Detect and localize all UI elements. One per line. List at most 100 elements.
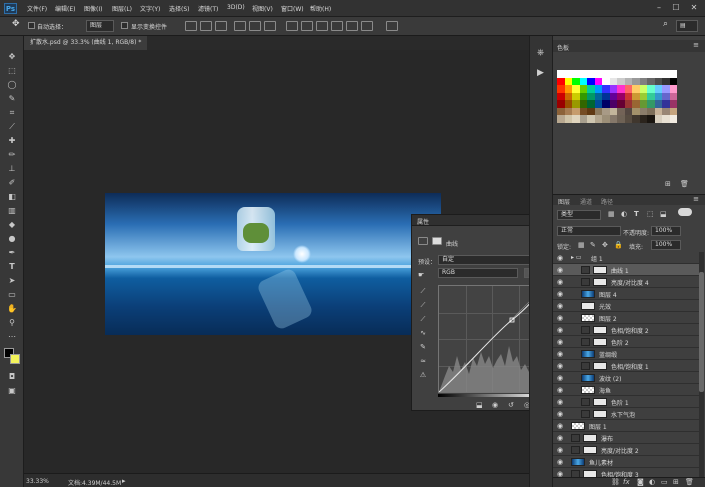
layer-row[interactable]: ◉ 曲线 1 xyxy=(553,264,699,276)
menu-image[interactable]: 图像(I) xyxy=(84,4,102,13)
link-layers-icon[interactable]: ⛓ xyxy=(611,478,620,486)
move-tool-icon[interactable]: ✥ xyxy=(12,19,20,29)
swatch[interactable] xyxy=(669,70,677,78)
lasso-icon[interactable]: ◯ xyxy=(6,80,18,90)
swatch[interactable] xyxy=(602,92,610,100)
layer-mask-thumbnail[interactable] xyxy=(583,470,597,477)
layer-row[interactable]: ◉ 图层 4 xyxy=(553,288,699,300)
filter-type-icon[interactable]: T xyxy=(634,210,639,218)
filter-pixel-icon[interactable]: ▦ xyxy=(608,210,615,218)
new-swatch-icon[interactable]: ⊞ xyxy=(665,180,671,188)
align-bottom-icon[interactable] xyxy=(215,21,227,31)
swatch[interactable] xyxy=(662,107,670,115)
visibility-eye-icon[interactable]: ◉ xyxy=(556,266,564,274)
layer-row[interactable]: ◉ 亮度/对比度 2 xyxy=(553,444,699,456)
layer-name[interactable]: 色阶 2 xyxy=(611,338,629,347)
lock-pixels-icon[interactable]: ✎ xyxy=(590,241,596,249)
swatch[interactable] xyxy=(662,85,670,93)
layer-filter-dropdown[interactable]: 类型 xyxy=(557,210,601,220)
layer-name[interactable]: 曲线 1 xyxy=(611,266,629,275)
mask-icon[interactable] xyxy=(432,237,442,245)
swatch[interactable] xyxy=(624,85,632,93)
menu-window[interactable]: 窗口(W) xyxy=(281,4,304,13)
clip-to-layer-icon[interactable]: ⬓ xyxy=(476,401,483,409)
visibility-eye-icon[interactable]: ◉ xyxy=(556,338,564,346)
shape-icon[interactable]: ▭ xyxy=(6,290,18,300)
swatch[interactable] xyxy=(564,107,572,115)
show-transform-checkbox[interactable] xyxy=(121,22,128,29)
tab-paths[interactable]: 路径 xyxy=(601,197,613,206)
swatch[interactable] xyxy=(564,100,572,108)
swatch[interactable] xyxy=(557,77,565,85)
layer-name[interactable]: 亮度/对比度 4 xyxy=(611,278,649,287)
visibility-eye-icon[interactable]: ◉ xyxy=(556,350,564,358)
swatch[interactable] xyxy=(662,115,670,123)
swatch[interactable] xyxy=(639,115,647,123)
swatch[interactable] xyxy=(594,77,602,85)
layer-row[interactable]: ◉ 色阶 2 xyxy=(553,336,699,348)
swatch[interactable] xyxy=(557,70,565,78)
distribute-icon[interactable] xyxy=(286,21,298,31)
layer-thumbnail[interactable] xyxy=(581,350,595,358)
swatch[interactable] xyxy=(602,70,610,78)
fill-input[interactable]: 100% xyxy=(651,240,681,250)
layer-row[interactable]: ◉ 色阶 1 xyxy=(553,396,699,408)
layer-row[interactable]: ◉ 海鱼 xyxy=(553,384,699,396)
swatch[interactable] xyxy=(564,70,572,78)
eyedropper-icon[interactable]: ⟋ xyxy=(6,122,18,132)
swatch[interactable] xyxy=(572,115,580,123)
distribute-icon-2[interactable] xyxy=(301,21,313,31)
swatch[interactable] xyxy=(624,70,632,78)
menu-view[interactable]: 视图(V) xyxy=(252,4,273,13)
swatch[interactable] xyxy=(609,92,617,100)
visibility-eye-icon[interactable]: ◉ xyxy=(556,254,564,262)
visibility-eye-icon[interactable]: ◉ xyxy=(556,458,564,466)
swatch[interactable] xyxy=(617,107,625,115)
layer-thumbnail[interactable] xyxy=(581,266,590,274)
zoom-icon[interactable]: ⚲ xyxy=(6,318,18,328)
swatch[interactable] xyxy=(587,85,595,93)
type-icon[interactable]: T xyxy=(6,262,18,272)
move-icon[interactable]: ✥ xyxy=(6,52,18,62)
visibility-eye-icon[interactable]: ◉ xyxy=(556,290,564,298)
swatch[interactable] xyxy=(669,77,677,85)
document-image[interactable] xyxy=(105,193,441,335)
swatch[interactable] xyxy=(594,115,602,123)
layer-mask-thumbnail[interactable] xyxy=(593,278,607,286)
swatch[interactable] xyxy=(669,92,677,100)
lock-all-icon[interactable]: 🔒 xyxy=(614,241,623,249)
swatch[interactable] xyxy=(647,85,655,93)
layer-thumbnail[interactable] xyxy=(581,302,595,310)
swatch[interactable] xyxy=(662,70,670,78)
swatch[interactable] xyxy=(609,70,617,78)
opacity-input[interactable]: 100% xyxy=(651,226,681,236)
layer-thumbnail[interactable] xyxy=(581,374,595,382)
swatch[interactable] xyxy=(662,100,670,108)
swatch[interactable] xyxy=(594,85,602,93)
layer-name[interactable]: 蓝绸缎 xyxy=(599,350,617,359)
layer-row[interactable]: ◉ ▸ ▭ 组 1 xyxy=(553,252,699,264)
menu-3d[interactable]: 3D(D) xyxy=(227,4,245,11)
swatch[interactable] xyxy=(617,70,625,78)
swatch[interactable] xyxy=(579,77,587,85)
swatch[interactable] xyxy=(557,92,565,100)
eraser-icon[interactable]: ◧ xyxy=(6,192,18,202)
visibility-eye-icon[interactable]: ◉ xyxy=(556,434,564,442)
swatch[interactable] xyxy=(654,100,662,108)
swatch[interactable] xyxy=(579,115,587,123)
swatch[interactable] xyxy=(647,100,655,108)
layer-mask-thumbnail[interactable] xyxy=(593,398,607,406)
swatch[interactable] xyxy=(602,115,610,123)
swatch[interactable] xyxy=(654,77,662,85)
view-previous-icon[interactable]: ◉ xyxy=(492,401,498,409)
pen-icon[interactable]: ✒ xyxy=(6,248,18,258)
crop-icon[interactable]: ⌗ xyxy=(6,108,18,118)
layer-thumbnail[interactable] xyxy=(571,458,585,466)
status-arrow-icon[interactable]: ▸ xyxy=(122,477,126,485)
swatch[interactable] xyxy=(579,70,587,78)
layer-thumbnail[interactable] xyxy=(581,290,595,298)
swatch[interactable] xyxy=(602,100,610,108)
layer-row[interactable]: ◉ 波纹 (2) xyxy=(553,372,699,384)
layer-row[interactable]: ◉ 图层 1 xyxy=(553,420,699,432)
layer-name[interactable]: 色相/饱和度 2 xyxy=(611,326,649,335)
